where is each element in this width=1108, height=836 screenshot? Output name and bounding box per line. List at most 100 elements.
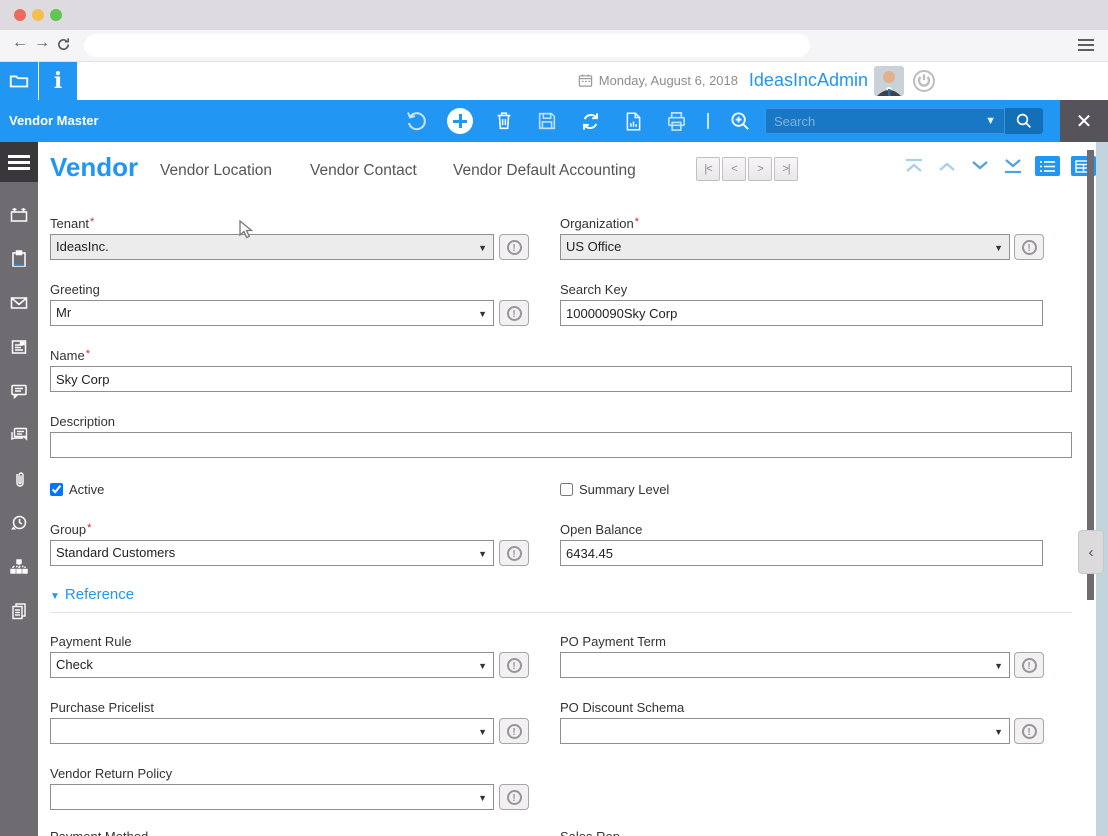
- section-divider: [50, 612, 1072, 613]
- side-panel-toggle[interactable]: ‹: [1078, 530, 1104, 574]
- print-icon[interactable]: [664, 109, 688, 133]
- list-view-toggle[interactable]: [1035, 156, 1060, 176]
- browser-reload-icon[interactable]: [56, 37, 71, 52]
- calendar-icon[interactable]: [8, 205, 30, 225]
- chevron-down-icon: ▼: [478, 236, 487, 260]
- search-icon: [1015, 112, 1033, 130]
- tenant-info-button[interactable]: !: [499, 234, 529, 260]
- first-record-button[interactable]: |<: [696, 157, 720, 181]
- chevron-down-icon: ▼: [478, 302, 487, 326]
- tenant-combo[interactable]: IdeasInc.▼: [50, 234, 494, 260]
- undo-icon[interactable]: [404, 109, 428, 133]
- search-options-chevron-icon[interactable]: ▼: [985, 115, 1004, 127]
- reference-section-header[interactable]: ▼Reference: [50, 586, 134, 603]
- close-window-tab-button[interactable]: ✕: [1060, 100, 1108, 142]
- toolbar-separator: [707, 113, 709, 129]
- scrollbar-track[interactable]: [1096, 142, 1108, 836]
- record-navigation: |< < > >|: [696, 157, 798, 181]
- vendor-return-policy-combo[interactable]: ▼: [50, 784, 494, 810]
- address-bar[interactable]: [84, 34, 810, 57]
- maximize-window-button[interactable]: [50, 9, 62, 21]
- collapse-all-icon[interactable]: [903, 157, 925, 175]
- sidebar-menu-button[interactable]: [0, 142, 38, 182]
- save-icon[interactable]: [535, 109, 559, 133]
- organization-info-button[interactable]: !: [1014, 234, 1044, 260]
- delete-icon[interactable]: [492, 109, 516, 133]
- summary-level-label: Summary Level: [579, 482, 669, 497]
- next-record-button[interactable]: >: [748, 157, 772, 181]
- record-info-icon: !: [1022, 240, 1037, 255]
- new-record-icon[interactable]: [447, 108, 473, 134]
- record-info-icon: !: [507, 724, 522, 739]
- minimize-window-button[interactable]: [32, 9, 44, 21]
- list-view-icon: [1039, 160, 1056, 173]
- search-button[interactable]: [1005, 108, 1043, 134]
- history-icon[interactable]: [8, 513, 30, 533]
- refresh-icon[interactable]: [578, 109, 602, 133]
- organization-combo[interactable]: US Office▼: [560, 234, 1010, 260]
- detail-record-icon[interactable]: [969, 159, 991, 173]
- expand-all-icon[interactable]: [1002, 157, 1024, 175]
- menu-folder-button[interactable]: [0, 62, 38, 100]
- mail-icon[interactable]: [8, 293, 30, 313]
- window-title: Vendor Master: [9, 113, 99, 128]
- purchase-pricelist-info-button[interactable]: !: [499, 718, 529, 744]
- payment-rule-combo[interactable]: Check▼: [50, 652, 494, 678]
- window-toolbar: Vendor Master: [0, 100, 1108, 142]
- greeting-info-button[interactable]: !: [499, 300, 529, 326]
- tab-vendor-default-accounting[interactable]: Vendor Default Accounting: [453, 162, 636, 180]
- payment-method-label: Payment Method: [50, 829, 148, 836]
- clipboard-icon[interactable]: [8, 249, 30, 269]
- logout-button[interactable]: [912, 69, 936, 93]
- avatar[interactable]: [874, 66, 904, 96]
- browser-menu-icon[interactable]: [1078, 39, 1094, 54]
- report-icon[interactable]: [621, 109, 645, 133]
- payment-rule-info-button[interactable]: !: [499, 652, 529, 678]
- po-payment-term-label: PO Payment Term: [560, 634, 666, 649]
- search-key-label: Search Key: [560, 282, 627, 297]
- open-balance-input[interactable]: [560, 540, 1043, 566]
- zoom-across-icon[interactable]: [728, 109, 752, 133]
- info-button[interactable]: i: [39, 62, 77, 100]
- search-input[interactable]: [766, 114, 985, 129]
- last-record-button[interactable]: >|: [774, 157, 798, 181]
- name-input[interactable]: [50, 366, 1072, 392]
- group-info-button[interactable]: !: [499, 540, 529, 566]
- vendor-return-policy-info-button[interactable]: !: [499, 784, 529, 810]
- sales-rep-label: Sales Rep: [560, 829, 620, 836]
- po-payment-term-info-button[interactable]: !: [1014, 652, 1044, 678]
- summary-level-checkbox[interactable]: [560, 483, 573, 496]
- record-info-icon: !: [507, 546, 522, 561]
- browser-back-icon[interactable]: ←: [12, 34, 28, 52]
- search-key-input[interactable]: [560, 300, 1043, 326]
- greeting-combo[interactable]: Mr▼: [50, 300, 494, 326]
- notice-icon[interactable]: [8, 337, 30, 357]
- po-discount-schema-info-button[interactable]: !: [1014, 718, 1044, 744]
- tab-vendor-contact[interactable]: Vendor Contact: [310, 162, 417, 180]
- username[interactable]: IdeasIncAdmin: [749, 70, 868, 91]
- previous-record-button[interactable]: <: [722, 157, 746, 181]
- name-label: Name*: [50, 348, 90, 363]
- attachment-icon[interactable]: [8, 469, 30, 489]
- group-combo[interactable]: Standard Customers▼: [50, 540, 494, 566]
- purchase-pricelist-combo[interactable]: ▼: [50, 718, 494, 744]
- toolbar-search-box[interactable]: ▼: [765, 108, 1005, 134]
- chevron-down-icon: ▼: [994, 654, 1003, 678]
- parent-record-icon[interactable]: [936, 159, 958, 173]
- description-input[interactable]: [50, 432, 1072, 458]
- po-payment-term-combo[interactable]: ▼: [560, 652, 1010, 678]
- chat-icon[interactable]: [8, 381, 30, 401]
- record-info-icon: !: [507, 306, 522, 321]
- forum-icon[interactable]: [8, 425, 30, 445]
- workflow-icon[interactable]: [8, 557, 30, 577]
- chevron-down-icon: ▼: [478, 654, 487, 678]
- close-window-button[interactable]: [14, 9, 26, 21]
- tab-vendor[interactable]: Vendor: [50, 152, 138, 183]
- chevron-down-icon: ▼: [994, 236, 1003, 260]
- browser-forward-icon[interactable]: →: [34, 34, 50, 52]
- active-checkbox[interactable]: [50, 483, 63, 496]
- tab-vendor-location[interactable]: Vendor Location: [160, 162, 272, 180]
- po-discount-schema-combo[interactable]: ▼: [560, 718, 1010, 744]
- power-icon: [912, 69, 936, 93]
- documents-icon[interactable]: [8, 601, 30, 621]
